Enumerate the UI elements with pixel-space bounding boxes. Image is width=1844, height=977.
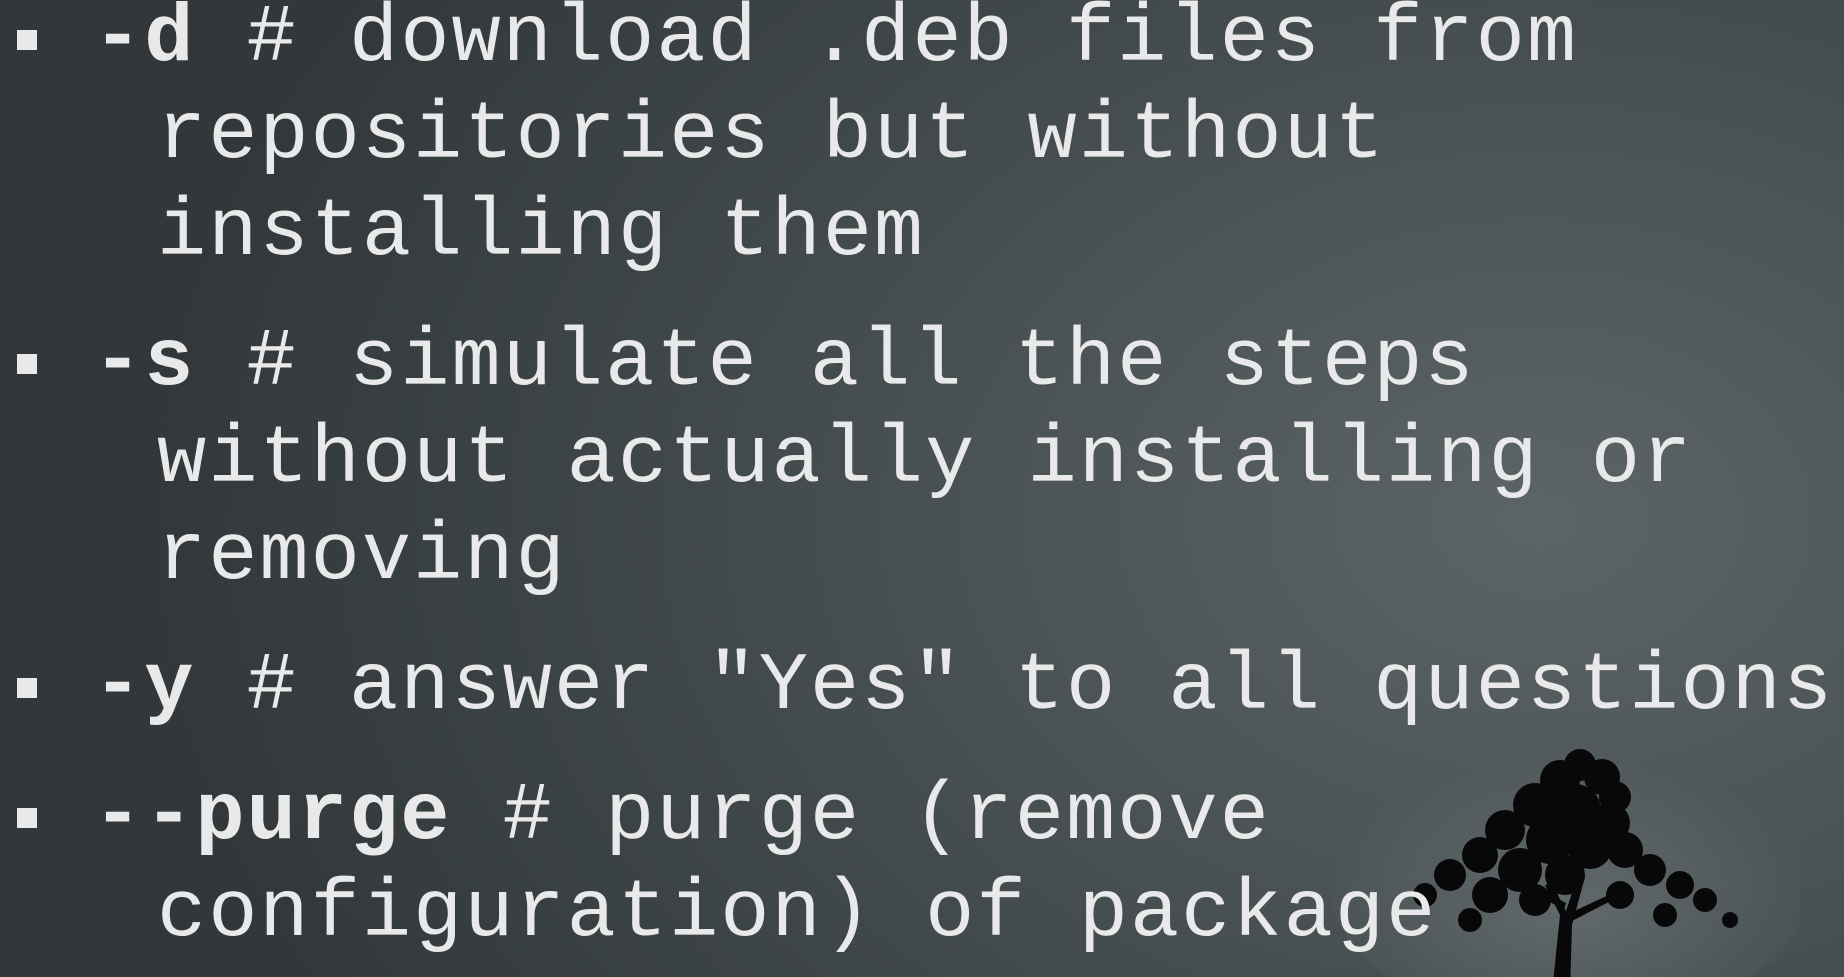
square-bullet-icon (17, 354, 37, 374)
option-y-flag: -y (93, 640, 196, 733)
option-d-text-1: # download .deb files from (195, 0, 1579, 85)
square-bullet-icon (17, 678, 37, 698)
option-s-text-3: removing (157, 510, 567, 603)
option-d-item: -d # download .deb files from repositori… (0, 0, 1834, 281)
option-purge-line-1: --purge # purge (remove (93, 768, 1834, 865)
option-d-line-1: -d # download .deb files from (93, 0, 1834, 87)
square-bullet-icon (17, 808, 37, 828)
option-s-text-2: without actually installing or (157, 413, 1694, 506)
option-d-text-3: installing them (157, 186, 926, 279)
option-s-line-1: -s # simulate all the steps (93, 314, 1834, 411)
option-s-item: -s # simulate all the steps without actu… (0, 314, 1834, 605)
square-bullet-icon (17, 30, 37, 50)
option-purge-text-1: # purge (remove (451, 770, 1271, 863)
option-y-text-1: # answer "Yes" to all questions (195, 640, 1835, 733)
option-purge-item: --purge # purge (remove configuration) o… (0, 768, 1834, 962)
option-y-item: -y # answer "Yes" to all questions (0, 638, 1834, 735)
option-d-flag: -d (93, 0, 196, 85)
option-purge-text-2: configuration) of package (157, 867, 1438, 960)
option-s-text-1: # simulate all the steps (195, 316, 1476, 409)
option-list: -d # download .deb files from repositori… (0, 0, 1834, 962)
option-d-text-2: repositories but without (157, 89, 1386, 182)
option-purge-flag: --purge (93, 770, 452, 863)
option-y-line-1: -y # answer "Yes" to all questions (93, 638, 1835, 735)
option-s-flag: -s (93, 316, 196, 409)
